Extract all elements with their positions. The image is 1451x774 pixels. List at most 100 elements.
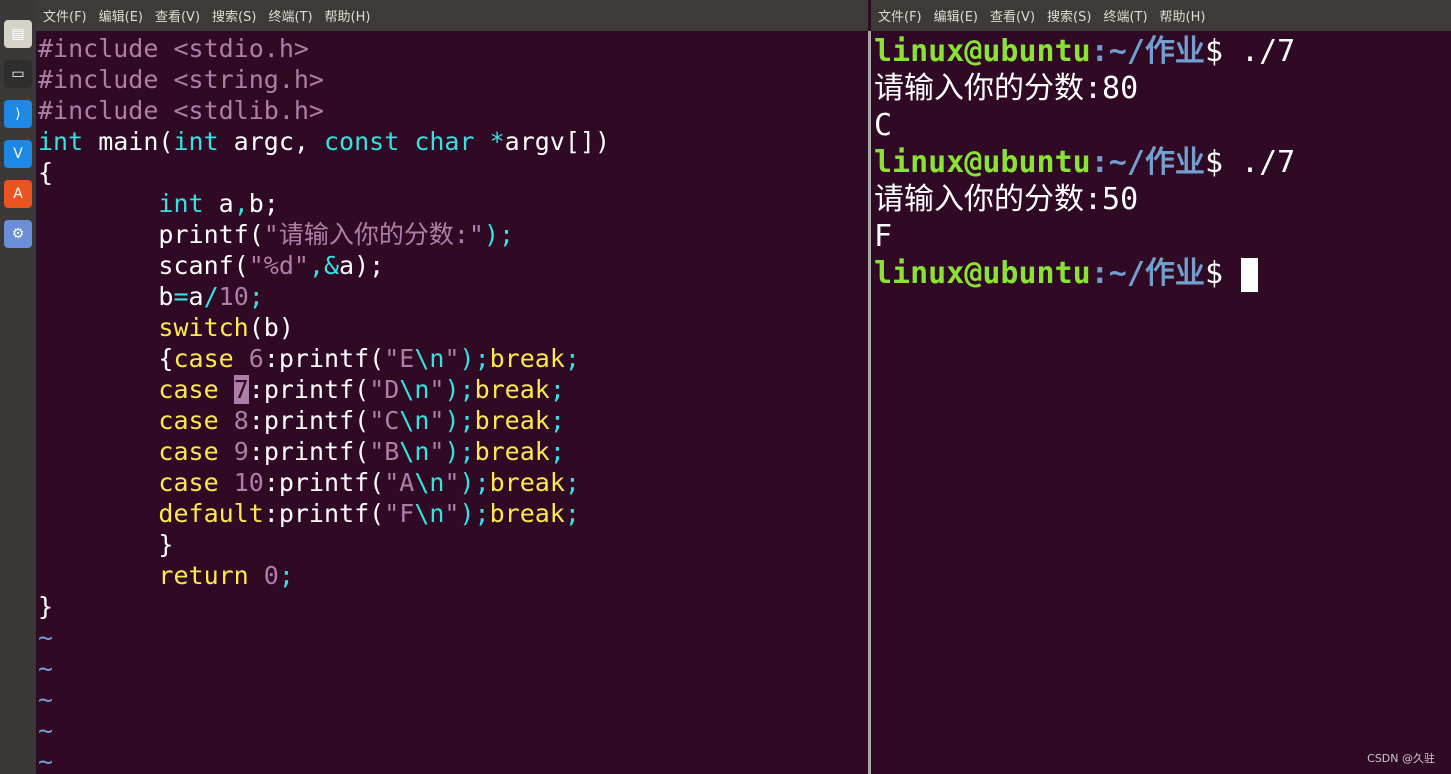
menu-item-3[interactable]: 搜索(S) (1047, 6, 1091, 25)
vim-editor-pane[interactable]: #include <stdio.h> #include <string.h> #in… (36, 31, 868, 774)
code-token: break (489, 344, 565, 373)
code-token: #include (38, 96, 174, 125)
code-token: " (444, 468, 460, 497)
terminal-pane[interactable]: linux@ubuntu:~/作业$ ./7 请输入你的分数:80 Clinux@u… (871, 31, 1451, 774)
launcher-dock: ▤ ▭ ⟩ V A ⚙ (0, 0, 36, 774)
code-line: ~ (38, 622, 53, 653)
menu-item-5[interactable]: 帮助(H) (1160, 6, 1206, 25)
code-token: ); (483, 220, 515, 249)
code-token: \n (414, 499, 445, 528)
menu-item-5[interactable]: 帮助(H) (325, 6, 371, 25)
terminal-icon[interactable]: ▭ (4, 60, 32, 88)
code-token: int (173, 127, 219, 156)
terminal-output-line: 请输入你的分数:50 (874, 182, 1139, 217)
code-token: , (233, 189, 249, 218)
code-token: ; (549, 406, 565, 435)
code-token: 9 (233, 437, 249, 466)
menu-item-4[interactable]: 终端(T) (268, 6, 312, 25)
terminal-prompt-line: linux@ubuntu:~/作业$ ./7 (874, 144, 1295, 181)
menu-item-0[interactable]: 文件(F) (43, 6, 87, 25)
vscode-icon[interactable]: ⟩ (4, 100, 32, 128)
network-icon[interactable]: ⚙ (4, 220, 32, 248)
menu-item-3[interactable]: 搜索(S) (212, 6, 256, 25)
code-line: } (38, 591, 53, 622)
code-token: " (429, 406, 445, 435)
code-token: ); (459, 344, 490, 373)
code-line: } (38, 529, 173, 560)
menu-item-0[interactable]: 文件(F) (878, 6, 922, 25)
code-token: :printf( (263, 344, 385, 373)
code-token: break (489, 499, 565, 528)
code-token: b; (248, 189, 279, 218)
code-token: / (203, 282, 219, 311)
code-token: main( (83, 127, 174, 156)
code-line: { (38, 157, 53, 188)
prompt-path: :~/作业 (1090, 256, 1205, 291)
terminal-output-line: 请输入你的分数:80 (874, 71, 1139, 106)
code-token: ,& (308, 251, 340, 280)
code-line: int a,b; (38, 188, 279, 219)
code-token: "E (384, 344, 415, 373)
code-line: {case 6:printf("E\n");break; (38, 343, 580, 374)
code-token: #include (38, 65, 174, 94)
code-token: ~ (38, 685, 54, 714)
code-token: (b) (248, 313, 294, 342)
code-line: case 7:printf("D\n");break; (38, 374, 565, 405)
prompt-path: :~/作业 (1090, 34, 1205, 69)
software-center-icon[interactable]: A (4, 180, 32, 208)
menu-item-1[interactable]: 编辑(E) (934, 6, 978, 25)
code-token: } (38, 592, 54, 621)
code-token: "B (369, 437, 400, 466)
code-token: switch (158, 313, 249, 342)
editor-menubar: 文件(F) 编辑(E) 查看(V) 搜索(S) 终端(T) 帮助(H) (36, 0, 868, 31)
code-token: \n (414, 344, 445, 373)
menu-item-2[interactable]: 查看(V) (990, 6, 1035, 25)
menu-item-1[interactable]: 编辑(E) (99, 6, 143, 25)
code-token: case (158, 437, 219, 466)
menu-item-2[interactable]: 查看(V) (155, 6, 200, 25)
code-token: = (173, 282, 189, 311)
code-token: :printf( (248, 437, 370, 466)
code-token: ); (444, 437, 475, 466)
code-token: ; (564, 468, 580, 497)
code-token: " (429, 437, 445, 466)
code-line: #include <stdlib.h> (38, 95, 324, 126)
code-line: case 9:printf("B\n");break; (38, 436, 564, 467)
terminal-prompt-line: linux@ubuntu:~/作业$ (874, 255, 1259, 292)
code-token: \n (399, 437, 430, 466)
terminal-prompt-line: linux@ubuntu:~/作业$ ./7 (874, 33, 1295, 70)
code-token: ~ (38, 747, 54, 774)
files-icon[interactable]: ▤ (4, 20, 32, 48)
terminal-output-line: C (874, 108, 893, 143)
code-line: ~ (38, 653, 53, 684)
code-line: ~ (38, 746, 53, 774)
code-line: #include <string.h> (38, 64, 324, 95)
code-token: argc, (218, 127, 324, 156)
prompt-command: $ ./7 (1204, 34, 1296, 69)
code-line: switch(b) (38, 312, 294, 343)
code-line: ~ (38, 715, 53, 746)
code-token: * (489, 127, 505, 156)
code-token: break (474, 437, 550, 466)
code-token: break (474, 375, 550, 404)
code-token: :printf( (263, 468, 385, 497)
code-token: ; (564, 499, 580, 528)
code-token: case (158, 375, 219, 404)
menu-item-4[interactable]: 终端(T) (1103, 6, 1147, 25)
vmware-icon[interactable]: V (4, 140, 32, 168)
code-line: int main(int argc, const char *argv[]) (38, 126, 610, 157)
prompt-user: linux@ubuntu (874, 256, 1091, 291)
code-token: scanf( (38, 251, 249, 280)
code-token: 6 (248, 344, 264, 373)
code-token: ~ (38, 623, 54, 652)
vim-cursor: 7 (233, 375, 249, 404)
code-line: case 10:printf("A\n");break; (38, 467, 580, 498)
code-line: case 8:printf("C\n");break; (38, 405, 565, 436)
code-token: " (444, 344, 460, 373)
prompt-command: $ ./7 (1204, 145, 1296, 180)
